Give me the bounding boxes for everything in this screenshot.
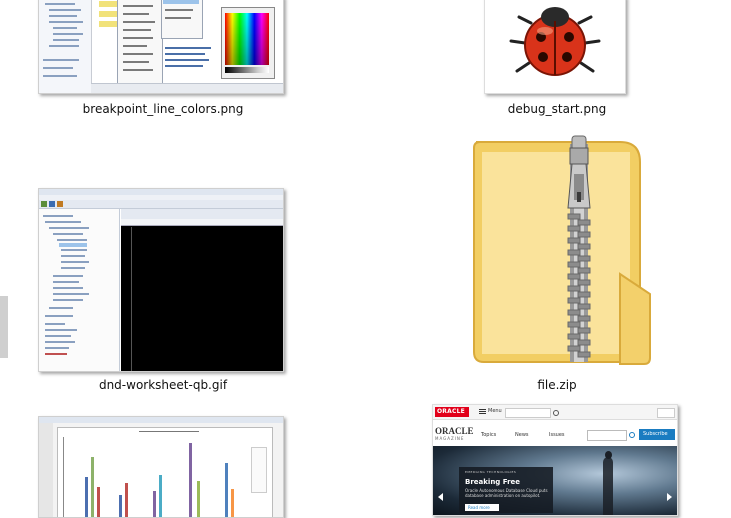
menu-label: Menu: [488, 408, 502, 414]
ladybug-icon: [509, 7, 601, 76]
subscribe-button[interactable]: Subscribe: [639, 429, 675, 440]
magazine-title: ORACLE: [435, 426, 474, 436]
menu-icon[interactable]: [479, 408, 486, 415]
left-pane-edge: [0, 0, 8, 508]
image-thumbnail: [38, 188, 284, 372]
nav-news[interactable]: News: [515, 432, 529, 438]
zip-folder-icon: [473, 135, 651, 365]
search-icon[interactable]: [553, 410, 559, 416]
site-search-input[interactable]: [587, 430, 627, 441]
prev-arrow-icon[interactable]: [438, 493, 443, 501]
file-name: dnd-worksheet-qb.gif: [98, 378, 228, 392]
image-thumbnail: [38, 0, 284, 94]
image-thumbnail: [484, 0, 626, 94]
next-arrow-icon[interactable]: [667, 493, 672, 501]
nav-issues[interactable]: Issues: [549, 432, 565, 438]
chart-thumbnail: [38, 416, 284, 518]
file-name: file.zip: [537, 378, 577, 392]
oracle-magazine-thumbnail: ORACLE Menu ORACLE MAGAZINE Topics News …: [432, 404, 678, 516]
file-name: debug_start.png: [507, 102, 607, 116]
oracle-logo: ORACLE: [435, 407, 469, 417]
magazine-sub: MAGAZINE: [435, 436, 465, 441]
chat-icon[interactable]: [657, 408, 675, 418]
site-search-icon[interactable]: [629, 432, 635, 438]
top-search-input[interactable]: [505, 408, 551, 418]
scrollbar-thumb[interactable]: [0, 296, 8, 358]
nav-topics[interactable]: Topics: [481, 432, 496, 438]
hero-card: EMERGING TECHNOLOGIES Breaking Free Orac…: [459, 467, 553, 513]
file-name: breakpoint_line_colors.png: [82, 102, 244, 116]
